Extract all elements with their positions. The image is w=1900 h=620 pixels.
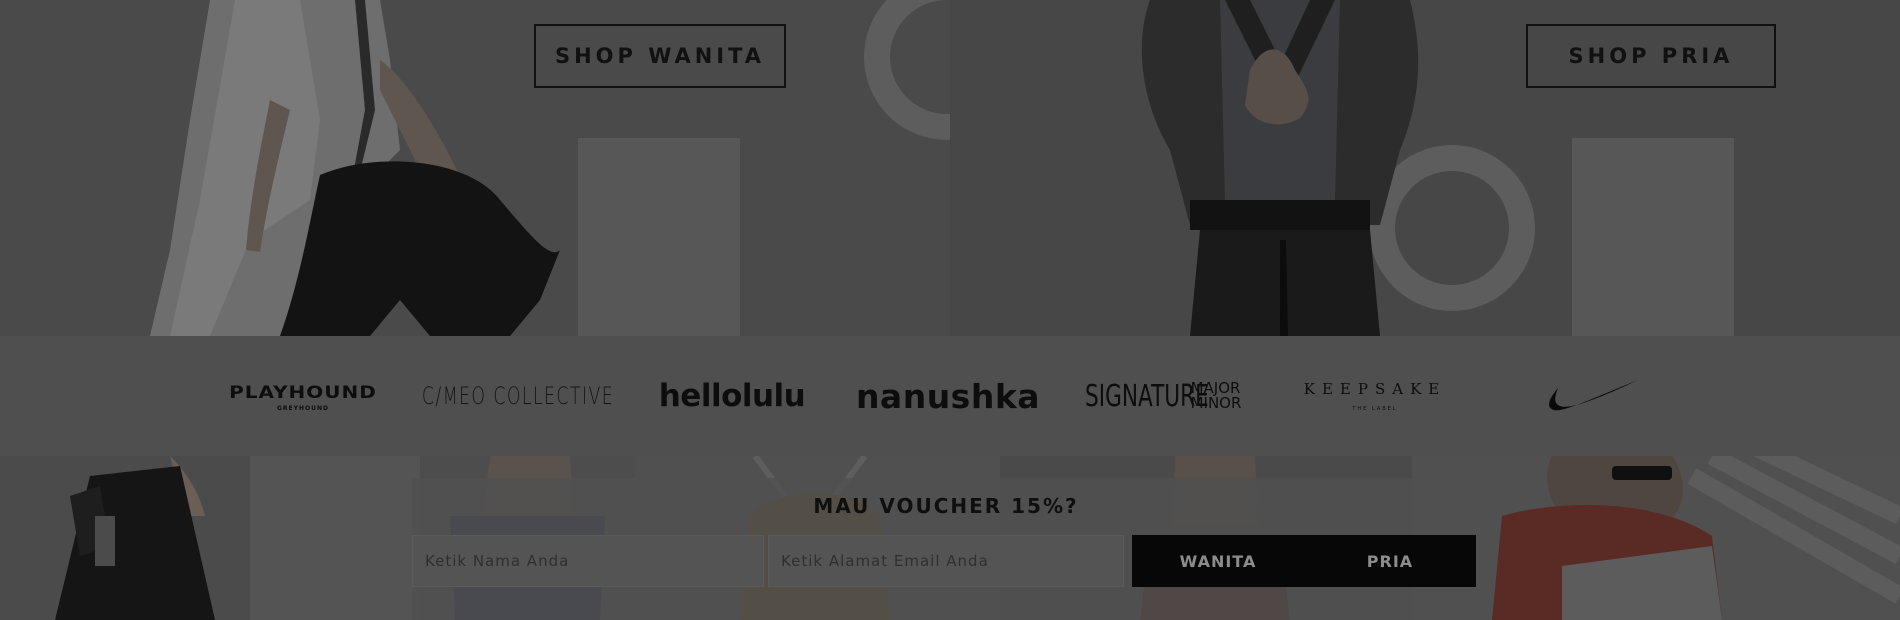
- brand-hellolulu-logo[interactable]: hellolulu: [642, 336, 822, 456]
- hero-men-panel: SHOP PRIA: [950, 0, 1900, 336]
- brand-name: PLAYHOUND: [229, 381, 377, 403]
- men-signup-button[interactable]: PRIA: [1304, 535, 1476, 587]
- brand-subline: GREYHOUND: [277, 405, 329, 412]
- men-model-image: [1141, 0, 1419, 336]
- brand-nanushka-logo[interactable]: nanushka: [848, 336, 1048, 456]
- product-tile[interactable]: [1412, 456, 1900, 620]
- shop-women-button[interactable]: SHOP WANITA: [534, 24, 786, 88]
- decor-block: [1572, 138, 1734, 336]
- brand-signature-logo[interactable]: SIGNATURE MAJOR MINOR: [1072, 336, 1254, 456]
- women-signup-button[interactable]: WANITA: [1132, 535, 1304, 587]
- product-tile[interactable]: [0, 456, 420, 620]
- brand-name: SIGNATURE: [1084, 378, 1209, 414]
- voucher-title: MAU VOUCHER 15%?: [813, 494, 1079, 518]
- shop-men-button[interactable]: SHOP PRIA: [1526, 24, 1776, 88]
- hero-women-panel: SHOP WANITA: [0, 0, 1030, 336]
- brand-nike-logo[interactable]: [1520, 336, 1660, 456]
- product-image: [55, 456, 420, 620]
- gender-button-group: WANITA PRIA: [1132, 535, 1476, 587]
- brand-subline: THE LABEL: [1352, 406, 1398, 412]
- women-model-image: [150, 0, 560, 336]
- hero-banner: SHOP WANITA SHOP PRIA: [0, 0, 1900, 336]
- brand-name: hellolulu: [658, 378, 806, 414]
- voucher-signup-form: MAU VOUCHER 15%? WANITA PRIA: [412, 478, 1480, 620]
- decor-block: [578, 138, 740, 336]
- brand-name: C/MEO COLLECTIVE: [421, 382, 615, 410]
- email-input[interactable]: [768, 535, 1124, 587]
- brand-keepsake-logo[interactable]: KEEPSAKE THE LABEL: [1290, 336, 1460, 456]
- brand-logo-strip: PLAYHOUND GREYHOUND C/MEO COLLECTIVE hel…: [0, 336, 1900, 456]
- brand-name: KEEPSAKE: [1303, 380, 1447, 398]
- name-input[interactable]: [412, 535, 764, 587]
- product-image: [1492, 456, 1900, 620]
- nike-swoosh-icon: [1549, 380, 1638, 411]
- brand-name: nanushka: [855, 376, 1041, 416]
- brand-playhound-logo[interactable]: PLAYHOUND GREYHOUND: [208, 336, 398, 456]
- brand-cameo-logo[interactable]: C/MEO COLLECTIVE: [422, 336, 613, 456]
